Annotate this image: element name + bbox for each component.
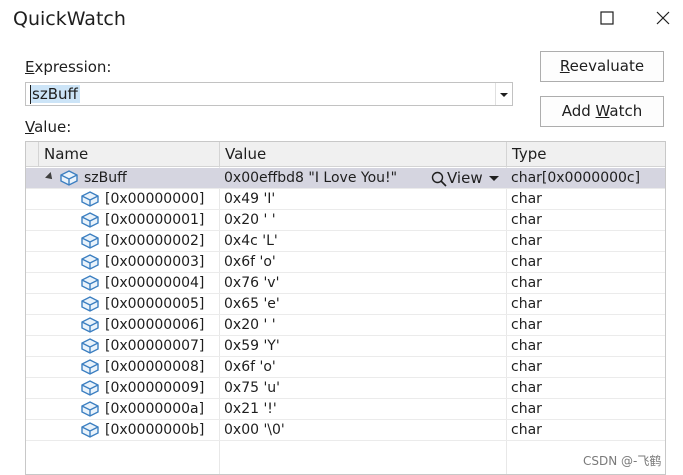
view-label: View — [447, 169, 483, 187]
table-row[interactable]: [0x00000009] 0x75 'u' char — [26, 378, 665, 399]
variable-cube-icon — [81, 422, 99, 438]
variable-cube-icon — [81, 212, 99, 228]
variable-cube-icon — [81, 359, 99, 375]
chevron-down-icon — [500, 93, 508, 97]
row-type: char — [511, 359, 542, 375]
chevron-down-icon — [488, 176, 499, 181]
table-row[interactable]: [0x00000007] 0x59 'Y' char — [26, 336, 665, 357]
row-type: char — [511, 317, 542, 333]
expression-combobox[interactable]: szBuff — [25, 82, 513, 106]
expression-label: Expression: — [25, 58, 112, 76]
row-name: [0x00000006] — [105, 317, 205, 333]
table-row[interactable]: [0x00000005] 0x65 'e' char — [26, 294, 665, 315]
row-name: [0x00000005] — [105, 296, 205, 312]
row-value: 0x6f 'o' — [224, 359, 276, 375]
table-row[interactable]: [0x00000006] 0x20 ' ' char — [26, 315, 665, 336]
variable-cube-icon — [81, 317, 99, 333]
row-name: [0x00000001] — [105, 212, 205, 228]
row-value: 0x59 'Y' — [224, 338, 280, 354]
row-name: [0x00000008] — [105, 359, 205, 375]
row-type: char — [511, 275, 542, 291]
row-type: char — [511, 422, 542, 438]
row-type: char — [511, 212, 542, 228]
row-value: 0x75 'u' — [224, 380, 281, 396]
row-value: 0x00effbd8 "I Love You!" — [224, 170, 398, 186]
row-name: [0x00000004] — [105, 275, 205, 291]
table-row[interactable]: [0x00000008] 0x6f 'o' char — [26, 357, 665, 378]
row-name: [0x0000000a] — [105, 401, 205, 417]
row-type: char — [511, 338, 542, 354]
grid-header: Name Value Type — [26, 142, 665, 167]
variable-cube-icon — [81, 401, 99, 417]
window-title: QuickWatch — [13, 8, 126, 30]
close-icon[interactable] — [654, 9, 672, 27]
column-header-value[interactable]: Value — [219, 142, 506, 166]
row-type: char — [511, 401, 542, 417]
watch-grid[interactable]: Name Value Type szBuff 0x00effbd8 "I Lov… — [25, 141, 666, 475]
table-row[interactable]: [0x00000002] 0x4c 'L' char — [26, 231, 665, 252]
row-value: 0x21 '!' — [224, 401, 277, 417]
variable-cube-icon — [81, 254, 99, 270]
row-value: 0x20 ' ' — [224, 317, 276, 333]
row-name: [0x00000000] — [105, 191, 205, 207]
column-header-type[interactable]: Type — [506, 142, 665, 166]
maximize-icon[interactable] — [598, 9, 616, 27]
row-value: 0x76 'v' — [224, 275, 280, 291]
row-name: [0x00000009] — [105, 380, 205, 396]
table-row[interactable]: [0x00000001] 0x20 ' ' char — [26, 210, 665, 231]
row-type: char — [511, 191, 542, 207]
row-type: char — [511, 233, 542, 249]
table-row-root[interactable]: szBuff 0x00effbd8 "I Love You!" View cha… — [26, 168, 665, 189]
row-name: szBuff — [84, 170, 127, 186]
variable-cube-icon — [81, 338, 99, 354]
row-value: 0x4c 'L' — [224, 233, 278, 249]
row-name: [0x00000002] — [105, 233, 205, 249]
row-type: char — [511, 380, 542, 396]
table-row[interactable]: [0x00000000] 0x49 'I' char — [26, 189, 665, 210]
row-name: [0x0000000b] — [105, 422, 205, 438]
variable-cube-icon — [60, 170, 78, 186]
expand-collapse-icon[interactable] — [45, 172, 55, 182]
watermark-text: CSDN @-飞鹤 — [583, 454, 662, 468]
variable-cube-icon — [81, 191, 99, 207]
text-caret — [30, 85, 31, 104]
row-name: [0x00000003] — [105, 254, 205, 270]
variable-cube-icon — [81, 296, 99, 312]
row-value: 0x6f 'o' — [224, 254, 276, 270]
table-row[interactable]: [0x0000000b] 0x00 '\0' char — [26, 420, 665, 441]
row-type: char — [511, 296, 542, 312]
row-name: [0x00000007] — [105, 338, 205, 354]
expression-dropdown-button[interactable] — [495, 83, 512, 105]
view-visualizer-button[interactable]: View — [431, 168, 499, 188]
variable-cube-icon — [81, 275, 99, 291]
table-row[interactable]: [0x00000003] 0x6f 'o' char — [26, 252, 665, 273]
row-value: 0x00 '\0' — [224, 422, 285, 438]
row-value: 0x20 ' ' — [224, 212, 276, 228]
table-row[interactable]: [0x0000000a] 0x21 '!' char — [26, 399, 665, 420]
column-header-name[interactable]: Name — [38, 142, 219, 166]
variable-cube-icon — [81, 233, 99, 249]
reevaluate-button[interactable]: Reevaluate — [540, 51, 664, 82]
row-value: 0x49 'I' — [224, 191, 276, 207]
row-type: char — [511, 254, 542, 270]
row-type: char[0x0000000c] — [511, 170, 641, 186]
row-value: 0x65 'e' — [224, 296, 280, 312]
add-watch-button[interactable]: Add Watch — [540, 96, 664, 127]
search-icon — [431, 171, 447, 187]
value-label: Value: — [25, 118, 72, 136]
table-row[interactable]: [0x00000004] 0x76 'v' char — [26, 273, 665, 294]
variable-cube-icon — [81, 380, 99, 396]
expression-input[interactable]: szBuff — [30, 85, 80, 103]
